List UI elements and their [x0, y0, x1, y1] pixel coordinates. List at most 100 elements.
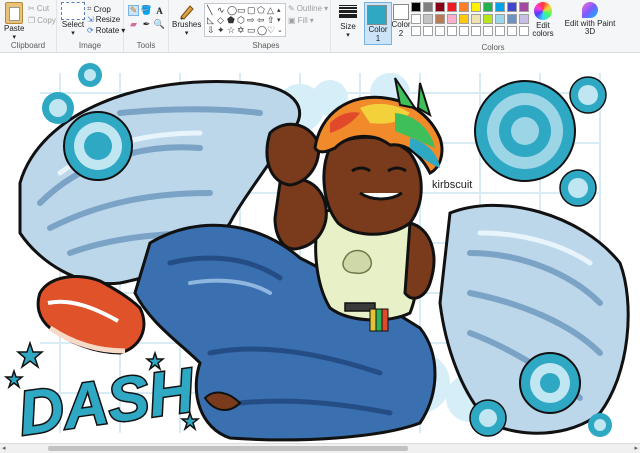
palette-color-swatch[interactable] [483, 26, 493, 36]
palette-color-swatch[interactable] [435, 26, 445, 36]
palette-color-swatch[interactable] [519, 2, 529, 12]
oval-callout-shape-icon[interactable]: ◯ [257, 26, 267, 35]
rounded-rect-shape-icon[interactable]: ▢ [247, 6, 256, 15]
dash-lettering: DASH [13, 354, 201, 443]
character-shoe [36, 275, 146, 355]
resize-button[interactable]: ⇲ Resize [87, 15, 120, 24]
copy-button[interactable]: ❐ Copy [28, 16, 56, 25]
scrollbar-thumb[interactable] [48, 446, 408, 451]
brushes-button[interactable]: Brushes ▾ [172, 2, 201, 37]
rectangle-shape-icon[interactable]: ▭ [237, 6, 246, 15]
right-triangle-shape-icon[interactable]: ◺ [207, 16, 214, 25]
right-arrow-shape-icon[interactable]: ⇨ [247, 16, 255, 25]
palette-color-swatch[interactable] [411, 2, 421, 12]
eraser-tool[interactable]: ▰ [128, 19, 139, 30]
palette-color-swatch[interactable] [423, 26, 433, 36]
crop-icon: ⌗ [87, 4, 92, 13]
scroll-up-icon[interactable]: ▴ [277, 6, 281, 15]
edit-colors-button[interactable]: Edit colors [530, 2, 556, 38]
chevron-down-icon: ▾ [346, 32, 350, 39]
drawing-canvas[interactable]: kirbscuit DASH [0, 53, 640, 443]
outline-button[interactable]: ✎ Outline ▾ [288, 4, 328, 13]
paste-button[interactable]: Paste ▾ [4, 2, 24, 41]
hexagon-shape-icon[interactable]: ⬡ [237, 16, 245, 25]
palette-color-swatch[interactable] [507, 14, 517, 24]
triangle-shape-icon[interactable]: △ [267, 6, 274, 15]
palette-color-swatch[interactable] [471, 14, 481, 24]
character-head [322, 135, 423, 236]
select-button[interactable]: Select ▾ [61, 2, 85, 37]
circle-bottom-right [519, 352, 581, 414]
palette-color-swatch[interactable] [423, 2, 433, 12]
palette-color-swatch[interactable] [495, 26, 505, 36]
scroll-right-icon[interactable]: ▸ [634, 444, 638, 452]
palette-color-swatch[interactable] [459, 2, 469, 12]
curve-shape-icon[interactable]: ∿ [217, 6, 225, 15]
palette-color-swatch[interactable] [435, 2, 445, 12]
circle-large-right [474, 80, 576, 182]
palette-color-swatch[interactable] [483, 14, 493, 24]
up-arrow-shape-icon[interactable]: ⇧ [267, 16, 275, 25]
palette-color-swatch[interactable] [447, 2, 457, 12]
scroll-down-icon[interactable]: ▾ [277, 16, 281, 25]
palette-color-swatch[interactable] [459, 14, 469, 24]
palette-color-swatch[interactable] [495, 14, 505, 24]
chevron-down-icon: ▾ [184, 30, 189, 37]
artwork: kirbscuit DASH [3, 63, 630, 443]
palette-color-swatch[interactable] [459, 26, 469, 36]
palette-color-swatch[interactable] [411, 26, 421, 36]
fill-button[interactable]: ▣ Fill ▾ [288, 16, 314, 25]
magnifier-tool[interactable]: 🔍 [154, 19, 165, 30]
line-shape-icon[interactable]: ╲ [207, 6, 212, 15]
six-point-star-shape-icon[interactable]: ✡ [237, 26, 245, 35]
rotate-button[interactable]: ⟳ Rotate ▾ [87, 26, 125, 35]
callout-shape-icon[interactable]: ▭ [247, 26, 256, 35]
edit-paint3d-button[interactable]: Edit with Paint 3D [560, 2, 620, 36]
circle-mid-left [63, 111, 133, 181]
text-tool[interactable]: A [154, 5, 165, 16]
scroll-left-icon[interactable]: ◂ [2, 444, 6, 452]
down-arrow-shape-icon[interactable]: ⇩ [207, 26, 215, 35]
circle-small-top-left [42, 92, 74, 124]
palette-color-swatch[interactable] [447, 14, 457, 24]
heart-shape-icon[interactable]: ♡ [267, 26, 275, 35]
text-a-icon: A [156, 5, 163, 16]
palette-color-swatch[interactable] [483, 2, 493, 12]
shapes-gallery[interactable]: ╲ ∿ ◯ ▭ ▢ ⬠ △ ◺ ◇ ⬟ ⬡ ⇨ ⇦ ⇧ ⇩ ✦ ☆ ✡ ▭ ◯ … [204, 3, 286, 37]
size-button[interactable]: Size ▾ [336, 2, 360, 39]
oval-shape-icon[interactable]: ◯ [227, 6, 237, 15]
pencil-tool[interactable]: ✎ [128, 5, 139, 16]
palette-color-swatch[interactable] [507, 26, 517, 36]
fill-tool[interactable]: 🪣 [141, 5, 152, 16]
expand-gallery-icon[interactable]: ⌄ [277, 26, 283, 35]
tools-group: ✎ 🪣 A ▰ ✒ 🔍 Tools [124, 0, 169, 52]
four-point-star-shape-icon[interactable]: ✦ [217, 26, 225, 35]
palette-color-swatch[interactable] [423, 14, 433, 24]
palette-color-swatch[interactable] [519, 14, 529, 24]
palette-color-swatch[interactable] [495, 2, 505, 12]
circle-bottom-far-right [588, 413, 612, 437]
color-picker-tool[interactable]: ✒ [141, 19, 152, 30]
magnifier-icon: 🔍 [153, 19, 166, 29]
palette-color-swatch[interactable] [447, 26, 457, 36]
color2-button[interactable]: Color 2 [389, 4, 413, 38]
palette-color-swatch[interactable] [435, 14, 445, 24]
five-point-star-shape-icon[interactable]: ☆ [227, 26, 235, 35]
left-arrow-shape-icon[interactable]: ⇦ [257, 16, 265, 25]
clipboard-group: Paste ▾ ✂ Cut ❐ Copy Clipboard [0, 0, 57, 52]
palette-color-swatch[interactable] [411, 14, 421, 24]
circle-top-right [569, 76, 607, 114]
palette-color-swatch[interactable] [507, 2, 517, 12]
palette-color-swatch[interactable] [471, 2, 481, 12]
pencil-icon: ✎ [129, 5, 138, 15]
artist-signature: kirbscuit [432, 179, 472, 191]
diamond-shape-icon[interactable]: ◇ [217, 16, 224, 25]
resize-icon: ⇲ [87, 15, 94, 24]
color1-button[interactable]: Color 1 [364, 2, 392, 45]
palette-color-swatch[interactable] [471, 26, 481, 36]
crop-button[interactable]: ⌗ Crop [87, 4, 111, 14]
polygon-shape-icon[interactable]: ⬠ [257, 6, 265, 15]
cut-button[interactable]: ✂ Cut [28, 4, 49, 13]
pentagon-shape-icon[interactable]: ⬟ [227, 16, 235, 25]
palette-color-swatch[interactable] [519, 26, 529, 36]
